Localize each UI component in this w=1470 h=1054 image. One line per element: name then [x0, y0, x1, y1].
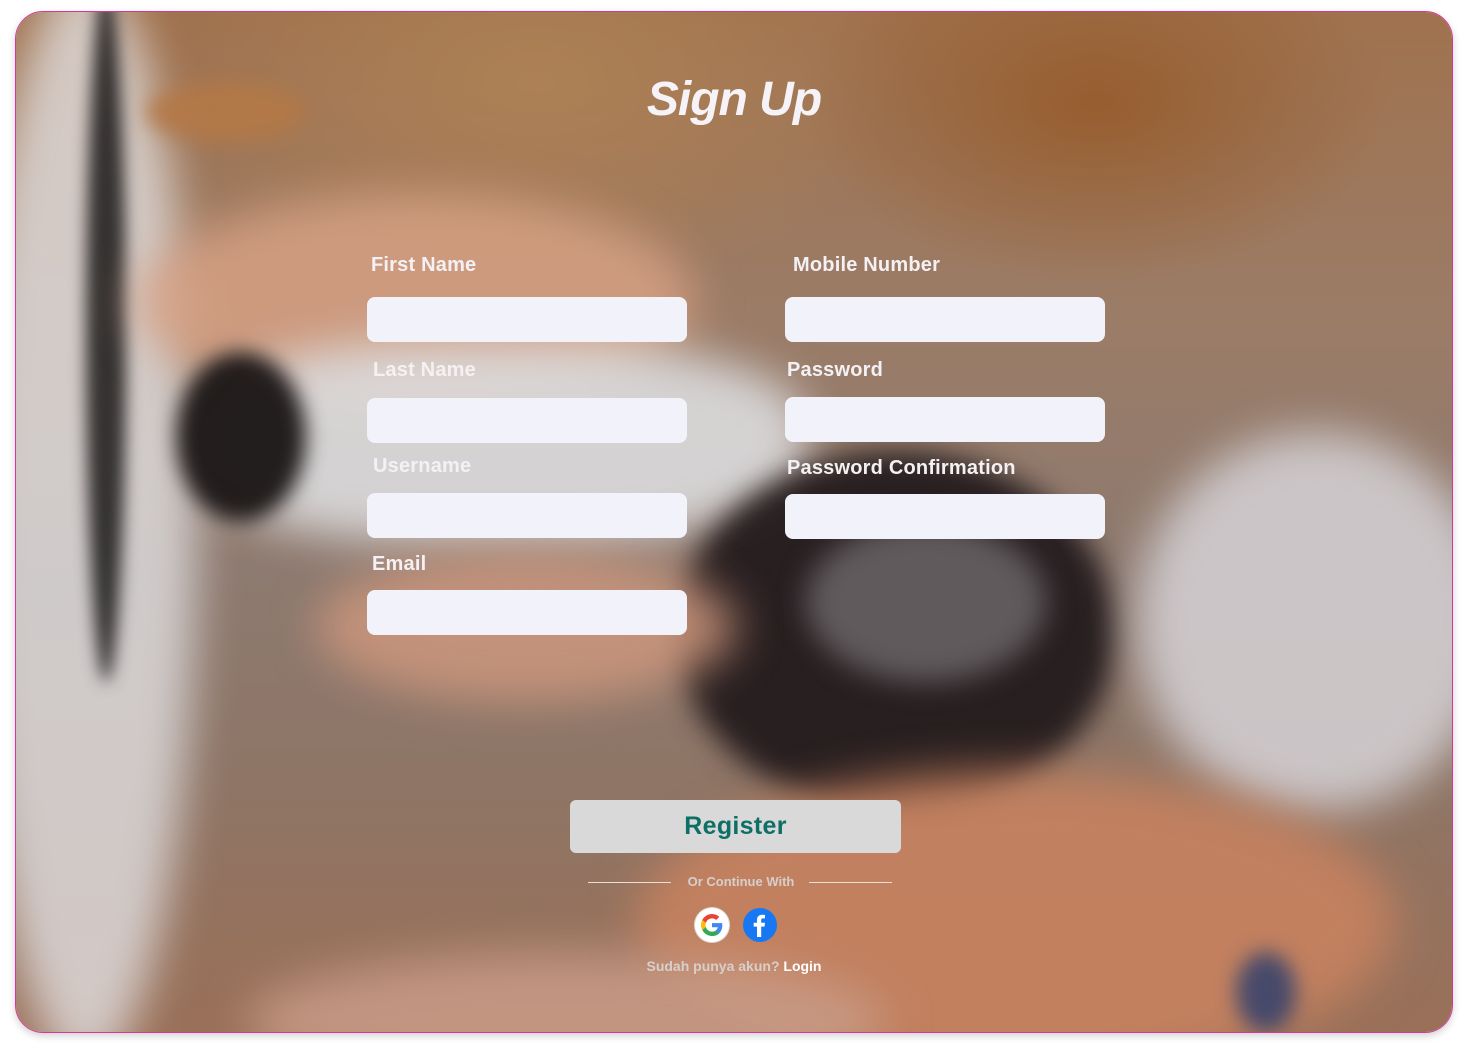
- last-name-label: Last Name: [373, 359, 476, 381]
- divider-line-right: [809, 882, 892, 883]
- mobile-number-label: Mobile Number: [793, 254, 941, 276]
- divider-text: Or Continue With: [687, 874, 795, 889]
- password-confirmation-label: Password Confirmation: [787, 457, 1016, 479]
- page-title: Sign Up: [646, 73, 822, 126]
- facebook-login-button[interactable]: [743, 908, 777, 942]
- login-prompt: Sudah punya akun? Login: [16, 958, 1452, 974]
- login-link[interactable]: Login: [783, 958, 821, 974]
- google-login-button[interactable]: [695, 908, 729, 942]
- first-name-label: First Name: [371, 254, 477, 276]
- username-label: Username: [373, 455, 472, 477]
- email-input[interactable]: [367, 590, 687, 635]
- signup-window: Sign Up First Name Last Name Username Em…: [15, 11, 1453, 1033]
- password-input[interactable]: [785, 397, 1105, 442]
- password-label: Password: [787, 359, 884, 381]
- password-confirmation-input[interactable]: [785, 494, 1105, 539]
- google-icon: [701, 914, 723, 936]
- facebook-icon: [750, 913, 770, 937]
- login-prompt-text: Sudah punya akun?: [646, 958, 780, 974]
- username-input[interactable]: [367, 493, 687, 538]
- mobile-number-input[interactable]: [785, 297, 1105, 342]
- email-label: Email: [372, 553, 427, 575]
- register-button[interactable]: Register: [570, 800, 901, 853]
- first-name-input[interactable]: [367, 297, 687, 342]
- divider-line-left: [588, 882, 671, 883]
- last-name-input[interactable]: [367, 398, 687, 443]
